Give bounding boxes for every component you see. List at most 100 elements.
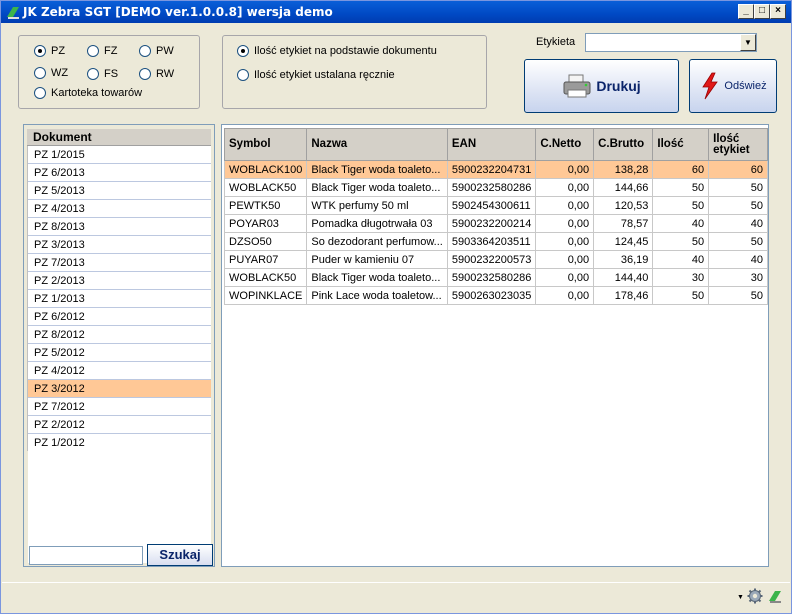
radio-wz[interactable]: WZ	[34, 67, 68, 79]
table-cell: 50	[652, 196, 710, 215]
table-cell: 0,00	[535, 178, 595, 197]
list-item[interactable]: PZ 2/2012	[28, 416, 211, 434]
refresh-button[interactable]: Odśwież	[689, 59, 777, 113]
printer-icon	[563, 74, 591, 98]
list-item[interactable]: PZ 3/2012	[28, 380, 211, 398]
app-window: JK Zebra SGT [DEMO ver.1.0.0.8] wersja d…	[0, 0, 792, 614]
table-cell: WOBLACK100	[223, 160, 308, 179]
tray-chevron-icon[interactable]: ▼	[737, 594, 744, 601]
table-row[interactable]: WOBLACK50 Black Tiger woda toaleto... 5900…	[223, 178, 768, 197]
radio-label: PZ	[51, 45, 66, 57]
list-item[interactable]: PZ 6/2012	[28, 308, 211, 326]
etykieta-select[interactable]: ▼	[585, 33, 757, 52]
search-button[interactable]: Szukaj	[147, 544, 213, 566]
table-cell: 0,00	[535, 214, 595, 233]
gear-icon[interactable]	[747, 588, 763, 604]
table-cell: 60	[652, 160, 710, 179]
table-cell: 50	[708, 286, 768, 305]
list-item[interactable]: PZ 1/2012	[28, 434, 211, 452]
table-cell: PEWTK50	[223, 196, 308, 215]
radio-labels-from-document[interactable]: Ilość etykiet na podstawie dokumentu	[237, 45, 437, 57]
table-cell: 0,00	[535, 196, 595, 215]
list-item[interactable]: PZ 1/2013	[28, 290, 211, 308]
table-cell: 0,00	[535, 286, 595, 305]
radio-pz[interactable]: PZ	[34, 45, 65, 57]
window-title: JK Zebra SGT [DEMO ver.1.0.0.8] wersja d…	[23, 5, 333, 19]
table-cell: 0,00	[535, 232, 595, 251]
list-item[interactable]: PZ 5/2013	[28, 182, 211, 200]
table-cell: 40	[708, 250, 768, 269]
radio-dot	[87, 68, 99, 80]
table-cell: 50	[708, 178, 768, 197]
table-cell: 50	[652, 286, 710, 305]
maximize-button[interactable]: □	[754, 4, 770, 19]
table-cell: So dezodorant perfumow...	[306, 232, 448, 251]
table-row[interactable]: WOBLACK50 Black Tiger woda toaleto... 5900…	[223, 268, 768, 287]
document-list-panel: Dokument PZ 1/2015 PZ 6/2013 PZ 5/2013 PZ 4…	[23, 124, 215, 567]
table-cell: 50	[652, 178, 710, 197]
search-input[interactable]	[29, 546, 143, 565]
table-cell: 50	[652, 232, 710, 251]
table-row[interactable]: DZSO50 So dezodorant perfumow... 590336420…	[223, 232, 768, 251]
list-item[interactable]: PZ 4/2013	[28, 200, 211, 218]
print-button[interactable]: Drukuj	[524, 59, 679, 113]
list-item[interactable]: PZ 1/2015	[28, 146, 211, 164]
document-list-header: Dokument	[27, 129, 211, 146]
col-ean[interactable]: EAN	[446, 128, 537, 161]
radio-dot	[139, 45, 151, 57]
table-row[interactable]: PUYAR07 Puder w kamieniu 07 5900232200573 0…	[223, 250, 768, 269]
table-cell: 144,66	[593, 178, 654, 197]
radio-kartoteka[interactable]: Kartoteka towarów	[34, 87, 142, 99]
app-tray-icon[interactable]	[767, 588, 783, 604]
col-ilosc[interactable]: Ilość	[652, 128, 710, 161]
table-cell: 30	[708, 268, 768, 287]
radio-rw[interactable]: RW	[139, 68, 174, 80]
list-item[interactable]: PZ 6/2013	[28, 164, 211, 182]
print-button-label: Drukuj	[596, 78, 641, 94]
table-row[interactable]: POYAR03 Pomadka długotrwała 03 59002322002…	[223, 214, 768, 233]
list-item[interactable]: PZ 2/2013	[28, 272, 211, 290]
minimize-button[interactable]: _	[738, 4, 754, 19]
table-cell: 0,00	[535, 268, 595, 287]
col-nazwa[interactable]: Nazwa	[306, 128, 448, 161]
table-row[interactable]: WOPINKLACE Pink Lace woda toaletow... 5900…	[223, 286, 768, 305]
radio-label: Ilość etykiet ustalana ręcznie	[254, 69, 395, 81]
table-cell: 5902454300611	[446, 196, 537, 215]
table-cell: 40	[652, 250, 710, 269]
radio-dot	[34, 67, 46, 79]
radio-fz[interactable]: FZ	[87, 45, 117, 57]
col-cbrutto[interactable]: C.Brutto	[593, 128, 654, 161]
table-cell: 30	[652, 268, 710, 287]
title-bar[interactable]: JK Zebra SGT [DEMO ver.1.0.0.8] wersja d…	[1, 1, 791, 23]
list-item[interactable]: PZ 8/2013	[28, 218, 211, 236]
list-item[interactable]: PZ 8/2012	[28, 326, 211, 344]
list-item[interactable]: PZ 5/2012	[28, 344, 211, 362]
radio-label: Kartoteka towarów	[51, 87, 143, 99]
radio-labels-manual[interactable]: Ilość etykiet ustalana ręcznie	[237, 69, 395, 81]
app-logo-icon	[7, 7, 19, 19]
table-cell: Black Tiger woda toaleto...	[306, 178, 448, 197]
col-ilosc-etykiet[interactable]: Ilość etykiet	[708, 128, 768, 161]
table-row[interactable]: PEWTK50 WTK perfumy 50 ml 5902454300611 0,0…	[223, 196, 768, 215]
table-cell: 138,28	[593, 160, 654, 179]
document-list[interactable]: PZ 1/2015 PZ 6/2013 PZ 5/2013 PZ 4/2013 PZ 8…	[27, 146, 211, 452]
col-symbol[interactable]: Symbol	[223, 128, 308, 161]
list-item[interactable]: PZ 7/2012	[28, 398, 211, 416]
table-cell: Pomadka długotrwała 03	[306, 214, 448, 233]
radio-dot	[34, 45, 46, 57]
table-cell: 178,46	[593, 286, 654, 305]
table-row[interactable]: WOBLACK100 Black Tiger woda toaleto... 590…	[223, 160, 768, 179]
etykieta-label: Etykieta	[536, 36, 576, 48]
radio-fs[interactable]: FS	[87, 68, 118, 80]
list-item[interactable]: PZ 3/2013	[28, 236, 211, 254]
list-item[interactable]: PZ 4/2012	[28, 362, 211, 380]
table-cell: 5900263023035	[446, 286, 537, 305]
list-item[interactable]: PZ 7/2013	[28, 254, 211, 272]
col-cnetto[interactable]: C.Netto	[535, 128, 595, 161]
radio-label: RW	[156, 68, 175, 80]
radio-dot	[87, 45, 99, 57]
close-button[interactable]: ×	[770, 4, 786, 19]
chevron-down-icon[interactable]: ▼	[740, 34, 756, 51]
radio-pw[interactable]: PW	[139, 45, 174, 57]
table-cell: DZSO50	[223, 232, 308, 251]
